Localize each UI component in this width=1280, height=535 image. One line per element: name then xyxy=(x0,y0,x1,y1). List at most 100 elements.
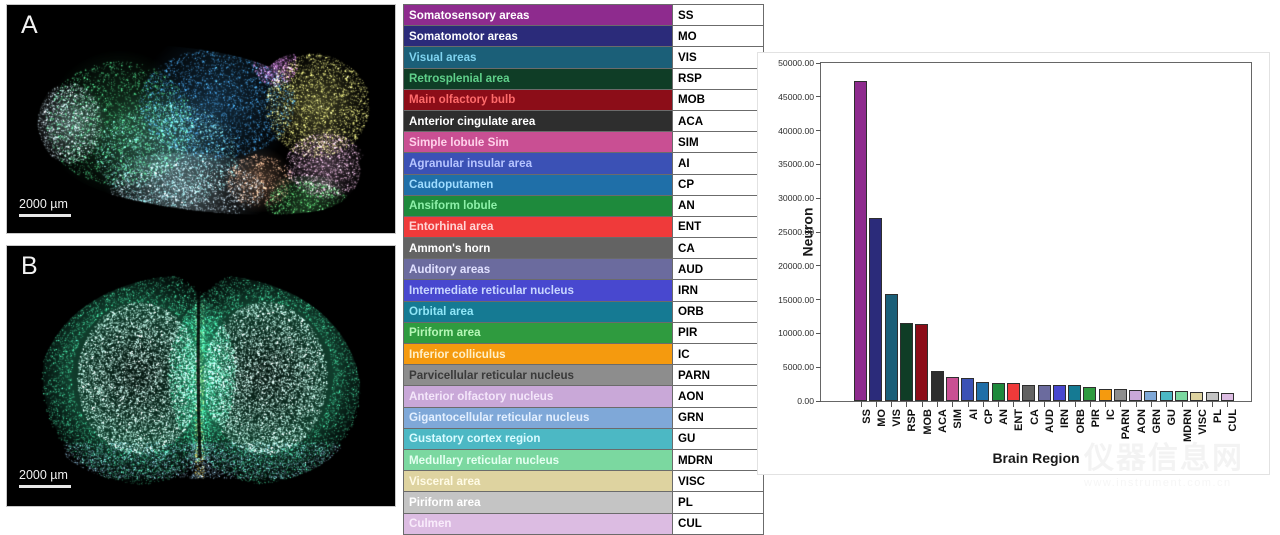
region-name-cell: Simple lobule Sim xyxy=(403,131,673,154)
panel-a-brain-sagittal: A 2000 µm xyxy=(6,4,396,234)
region-name-cell: Ammon's horn xyxy=(403,237,673,260)
chart-bar xyxy=(1205,392,1219,401)
region-abbr-cell: VISC xyxy=(672,470,764,493)
y-axis-tick: 25000.00 xyxy=(778,227,821,237)
y-axis-tick-mark xyxy=(816,400,821,402)
chart-bar xyxy=(1113,389,1127,401)
x-axis-tick-label: RSP xyxy=(906,409,919,432)
x-axis-tick-mark xyxy=(1028,401,1030,407)
bar-slot: MDRN xyxy=(1175,391,1194,442)
y-axis-tick-label: 40000.00 xyxy=(778,125,814,136)
table-row: Parvicellular reticular nucleus PARN xyxy=(403,364,764,387)
x-axis-tick-label: ORB xyxy=(1074,409,1087,434)
x-axis-tick-mark xyxy=(982,401,984,407)
region-abbr-cell: IC xyxy=(672,342,764,366)
chart-bars-container: SS MO VIS RSP MOB ACA SIM AI CP AN ENT CA AUD IRN ORB P… xyxy=(853,63,1239,442)
region-abbr-cell: MOB xyxy=(672,88,764,111)
bar-slot: AON xyxy=(1129,389,1148,433)
bar-slot: AN xyxy=(991,382,1010,425)
region-abbr-cell: ACA xyxy=(672,109,764,133)
chart-plot-area: Neuron 0.00 5000.00 10000.00 15000.00 20000.… xyxy=(778,58,1252,442)
table-row: Visual areas VIS xyxy=(403,46,764,69)
x-axis-tick-mark xyxy=(1212,401,1214,407)
x-axis-tick-mark xyxy=(1227,401,1229,407)
x-axis-tick-label: CUL xyxy=(1227,409,1240,432)
y-axis-tick: 20000.00 xyxy=(778,261,821,271)
region-name-cell: Inferior colliculus xyxy=(403,342,673,366)
x-axis-tick-mark xyxy=(1089,401,1091,407)
x-axis-tick-mark xyxy=(998,401,1000,407)
x-axis-tick-label: GU xyxy=(1166,409,1179,426)
y-axis-tick-label: 15000.00 xyxy=(778,294,814,305)
region-name-cell: Visual areas xyxy=(403,46,673,69)
table-row: Gigantocellular reticular nucleus GRN xyxy=(403,406,764,429)
y-axis-tick-mark xyxy=(816,197,821,199)
x-axis-tick-mark xyxy=(1181,401,1183,407)
x-axis-tick-mark xyxy=(891,401,893,407)
panel-a-letter: A xyxy=(21,11,39,39)
chart-x-axis-title: Brain Region xyxy=(992,450,1080,466)
panel-b-letter: B xyxy=(21,252,39,280)
chart-bar xyxy=(1144,390,1158,401)
region-name-cell: Culmen xyxy=(403,512,673,535)
x-axis-tick-mark xyxy=(1150,401,1152,407)
region-abbr-cell: AUD xyxy=(672,258,764,281)
bar-slot: AUD xyxy=(1037,385,1056,433)
region-abbr-cell: PL xyxy=(672,491,764,514)
bar-slot: IC xyxy=(1098,388,1117,420)
table-row: Gustatory cortex region GU xyxy=(403,427,764,450)
y-axis-tick: 40000.00 xyxy=(778,126,821,136)
region-name-cell: Somatosensory areas xyxy=(403,3,673,27)
x-axis-tick-label: MO xyxy=(875,409,888,427)
region-abbr-cell: AN xyxy=(672,194,764,217)
panel-a-scalebar: 2000 µm xyxy=(19,197,71,217)
x-axis-tick-mark xyxy=(937,401,939,407)
chart-bar xyxy=(1159,390,1173,401)
region-abbr-cell: VIS xyxy=(672,46,764,69)
region-abbr-cell: ENT xyxy=(672,215,764,239)
table-row: Simple lobule Sim SIM xyxy=(403,131,764,154)
y-axis-tick: 5000.00 xyxy=(783,362,821,372)
table-row: Intermediate reticular nucleus IRN xyxy=(403,279,764,302)
bar-slot: MO xyxy=(869,218,888,427)
x-axis-tick-mark xyxy=(952,401,954,407)
region-name-cell: Piriform area xyxy=(403,491,673,514)
table-row: Ansiform lobule AN xyxy=(403,194,764,217)
region-name-cell: Entorhinal area xyxy=(403,215,673,239)
bar-slot: IRN xyxy=(1052,385,1071,428)
bar-slot: AI xyxy=(961,378,980,420)
region-abbr-cell: PARN xyxy=(672,364,764,387)
panel-a-scalebar-label: 2000 µm xyxy=(19,197,68,211)
chart-bar xyxy=(1022,384,1036,401)
y-axis-tick-mark xyxy=(816,163,821,165)
x-axis-tick-mark xyxy=(860,401,862,407)
region-abbr-cell: AI xyxy=(672,152,764,175)
bar-slot: SS xyxy=(854,80,873,424)
panel-b-scalebar: 2000 µm xyxy=(19,468,71,488)
x-axis-tick-label: AI xyxy=(967,409,980,420)
brain-b-rendering xyxy=(7,246,395,506)
chart-bar xyxy=(930,371,944,401)
region-abbr-cell: GRN xyxy=(672,406,764,429)
y-axis-tick-label: 5000.00 xyxy=(782,362,814,373)
chart-bar xyxy=(1190,391,1204,401)
brain-b-canvas xyxy=(7,246,393,504)
x-axis-tick-label: AN xyxy=(998,409,1011,425)
y-axis-tick-mark xyxy=(816,96,821,98)
x-axis-tick-label: MDRN xyxy=(1181,409,1194,442)
x-axis-tick-label: AUD xyxy=(1044,409,1056,433)
x-axis-tick-mark xyxy=(967,401,969,407)
x-axis-tick-label: SS xyxy=(860,409,873,424)
region-abbr-cell: RSP xyxy=(672,67,764,90)
x-axis-tick-mark xyxy=(1196,401,1198,407)
region-name-cell: Medullary reticular nucleus xyxy=(403,448,673,472)
y-axis-tick-label: 50000.00 xyxy=(778,58,814,68)
y-axis-tick-mark xyxy=(816,332,821,334)
x-axis-tick-mark xyxy=(1166,401,1168,407)
x-axis-tick-label: ENT xyxy=(1013,409,1026,431)
chart-bar xyxy=(1129,389,1143,401)
y-axis-tick-label: 25000.00 xyxy=(778,227,814,237)
chart-bar xyxy=(1220,392,1234,401)
table-row: Medullary reticular nucleus MDRN xyxy=(403,448,764,472)
bar-slot: CA xyxy=(1022,384,1041,425)
